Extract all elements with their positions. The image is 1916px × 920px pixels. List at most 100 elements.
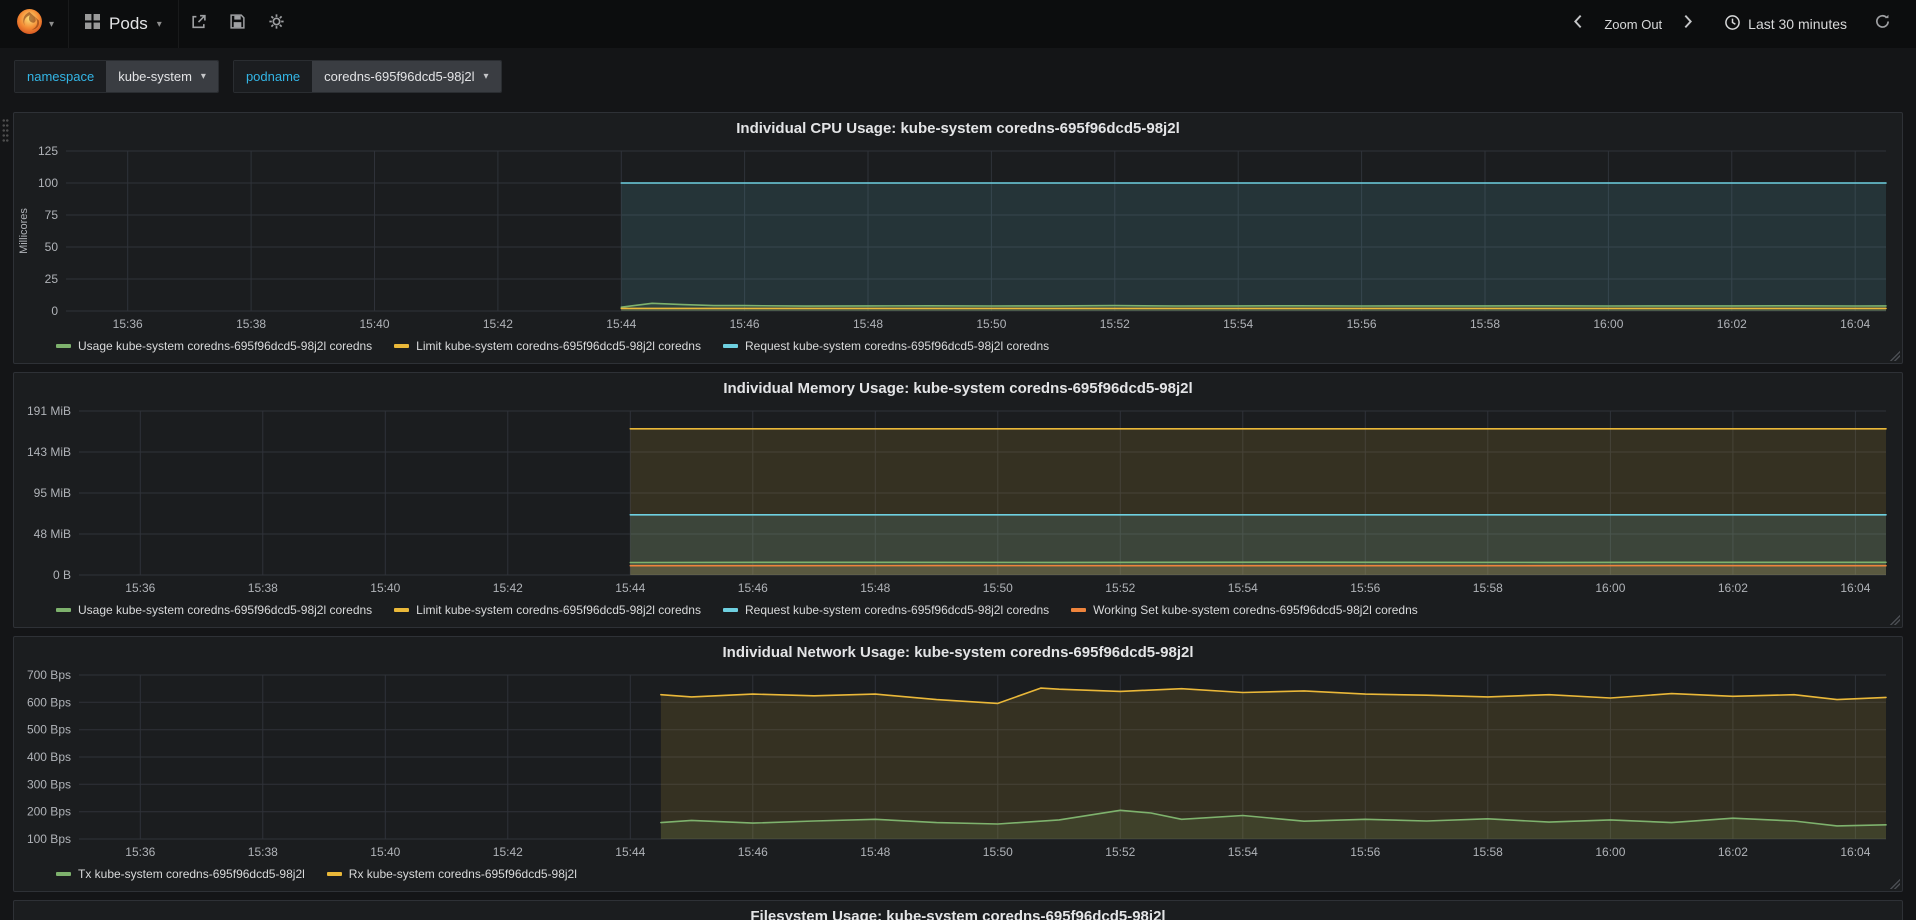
svg-text:15:36: 15:36 [125, 581, 155, 595]
chevron-down-icon: ▾ [156, 18, 162, 30]
svg-text:15:38: 15:38 [248, 581, 278, 595]
variable-podname: podname coredns-695f96dcd5-98j2l ▾ [232, 59, 502, 93]
legend-item[interactable]: Request kube-system coredns-695f96dcd5-9… [722, 339, 1050, 353]
legend-item[interactable]: Usage kube-system coredns-695f96dcd5-98j… [56, 603, 372, 617]
time-forward-button[interactable] [1672, 0, 1704, 48]
legend-item[interactable]: Tx kube-system coredns-695f96dcd5-98j2l [56, 867, 305, 881]
grafana-logo [16, 8, 43, 40]
cpu-legend: Usage kube-system coredns-695f96dcd5-98j… [14, 335, 1902, 363]
legend-series-color [394, 344, 410, 348]
chevron-right-icon [1683, 14, 1693, 34]
panel-resize-handle[interactable] [1890, 351, 1900, 361]
legend-item[interactable]: Usage kube-system coredns-695f96dcd5-98j… [56, 339, 372, 353]
svg-text:100 Bps: 100 Bps [27, 832, 71, 846]
svg-text:300 Bps: 300 Bps [27, 777, 71, 791]
svg-text:16:04: 16:04 [1840, 581, 1870, 595]
navbar: ▾ Pods ▾ Zoom Out Last 30 minutes [0, 0, 1916, 48]
svg-text:48 MiB: 48 MiB [34, 527, 71, 541]
legend-series-name: Limit kube-system coredns-695f96dcd5-98j… [416, 339, 701, 353]
svg-text:50: 50 [45, 240, 59, 254]
svg-text:15:44: 15:44 [606, 317, 636, 331]
svg-text:143 MiB: 143 MiB [27, 445, 71, 459]
save-icon [229, 13, 246, 35]
variable-label-namespace: namespace [15, 60, 107, 92]
svg-text:15:46: 15:46 [738, 845, 768, 859]
dashboard-picker-button[interactable]: Pods ▾ [68, 0, 179, 48]
svg-text:15:52: 15:52 [1105, 845, 1135, 859]
panel-title[interactable]: Individual CPU Usage: kube-system coredn… [14, 117, 1902, 143]
variable-label-podname: podname [233, 60, 313, 92]
legend-series-name: Usage kube-system coredns-695f96dcd5-98j… [78, 603, 373, 617]
navbar-right: Zoom Out Last 30 minutes [1562, 0, 1902, 48]
svg-text:15:42: 15:42 [493, 581, 523, 595]
memory-usage-graph[interactable]: 0 B 48 MiB 95 MiB 143 MiB 191 MiB 15:36 15:38 1… [14, 403, 1902, 599]
svg-text:15:50: 15:50 [976, 317, 1006, 331]
svg-text:95 MiB: 95 MiB [34, 486, 71, 500]
chevron-down-icon: ▾ [483, 70, 489, 82]
svg-text:15:48: 15:48 [853, 317, 883, 331]
save-button[interactable] [218, 0, 257, 48]
svg-text:75: 75 [45, 208, 59, 222]
svg-text:15:38: 15:38 [248, 845, 278, 859]
svg-text:15:54: 15:54 [1228, 581, 1258, 595]
navbar-left: ▾ Pods ▾ [0, 0, 296, 48]
legend-item[interactable]: Limit kube-system coredns-695f96dcd5-98j… [394, 603, 701, 617]
variable-select-podname[interactable]: coredns-695f96dcd5-98j2l ▾ [312, 60, 501, 92]
svg-text:15:54: 15:54 [1223, 317, 1253, 331]
legend-series-name: Request kube-system coredns-695f96dcd5-9… [744, 339, 1050, 353]
svg-text:0 B: 0 B [53, 568, 71, 582]
panel-resize-handle[interactable] [1890, 879, 1900, 889]
chevron-down-icon: ▾ [200, 70, 206, 82]
panel-title[interactable]: Filesystem Usage: kube-system coredns-69… [14, 905, 1902, 920]
time-range-label: Last 30 minutes [1748, 16, 1847, 32]
grafana-logo-button[interactable]: ▾ [0, 0, 68, 48]
cpu-usage-graph[interactable]: 0 25 50 75 100 125 15:36 15:38 15:40 15:42 15:44 15… [14, 143, 1902, 335]
chevron-left-icon [1573, 14, 1583, 34]
svg-text:25: 25 [45, 272, 59, 286]
settings-button[interactable] [257, 0, 296, 48]
panel-resize-handle[interactable] [1890, 615, 1900, 625]
panel-filesystem-usage: Filesystem Usage: kube-system coredns-69… [13, 900, 1903, 920]
network-usage-graph[interactable]: 100 Bps 200 Bps 300 Bps 400 Bps 500 Bps 600 B… [14, 667, 1902, 863]
row-drag-handle[interactable] [2, 118, 9, 142]
panel-cpu-usage: Individual CPU Usage: kube-system coredn… [13, 112, 1903, 364]
svg-text:Millicores: Millicores [18, 208, 30, 254]
legend-item[interactable]: Working Set kube-system coredns-695f96dc… [1071, 603, 1418, 617]
dashboard-panels: Individual CPU Usage: kube-system coredn… [0, 104, 1916, 920]
chevron-down-icon: ▾ [49, 18, 55, 30]
legend-series-color [326, 872, 342, 876]
zoom-out-button[interactable]: Zoom Out [1594, 0, 1672, 48]
svg-text:15:44: 15:44 [615, 845, 645, 859]
svg-text:16:00: 16:00 [1593, 317, 1623, 331]
legend-series-name: Usage kube-system coredns-695f96dcd5-98j… [78, 339, 373, 353]
legend-series-color [56, 344, 71, 348]
time-back-button[interactable] [1562, 0, 1594, 48]
legend-series-name: Limit kube-system coredns-695f96dcd5-98j… [416, 603, 701, 617]
svg-text:700 Bps: 700 Bps [27, 668, 71, 682]
variable-namespace: namespace kube-system ▾ [14, 59, 219, 93]
refresh-button[interactable] [1863, 0, 1902, 48]
legend-series-color [56, 608, 71, 612]
svg-text:16:04: 16:04 [1840, 845, 1870, 859]
svg-text:200 Bps: 200 Bps [27, 805, 71, 819]
svg-text:500 Bps: 500 Bps [27, 723, 71, 737]
svg-text:600 Bps: 600 Bps [27, 695, 71, 709]
legend-series-name: Tx kube-system coredns-695f96dcd5-98j2l [78, 867, 305, 881]
svg-text:100: 100 [38, 176, 58, 190]
panel-title[interactable]: Individual Network Usage: kube-system co… [14, 641, 1902, 667]
panel-title[interactable]: Individual Memory Usage: kube-system cor… [14, 377, 1902, 403]
clock-icon [1724, 14, 1741, 34]
svg-text:15:40: 15:40 [370, 581, 400, 595]
share-button[interactable] [179, 0, 218, 48]
variable-select-namespace[interactable]: kube-system ▾ [106, 60, 218, 92]
svg-text:15:46: 15:46 [730, 317, 760, 331]
time-range-button[interactable]: Last 30 minutes [1714, 0, 1857, 48]
legend-item[interactable]: Limit kube-system coredns-695f96dcd5-98j… [394, 339, 701, 353]
svg-text:15:36: 15:36 [113, 317, 143, 331]
svg-text:400 Bps: 400 Bps [27, 750, 71, 764]
svg-text:15:42: 15:42 [493, 845, 523, 859]
legend-item[interactable]: Request kube-system coredns-695f96dcd5-9… [722, 603, 1049, 617]
svg-text:191 MiB: 191 MiB [27, 404, 71, 418]
svg-text:0: 0 [51, 304, 58, 318]
legend-item[interactable]: Rx kube-system coredns-695f96dcd5-98j2l [326, 867, 577, 881]
